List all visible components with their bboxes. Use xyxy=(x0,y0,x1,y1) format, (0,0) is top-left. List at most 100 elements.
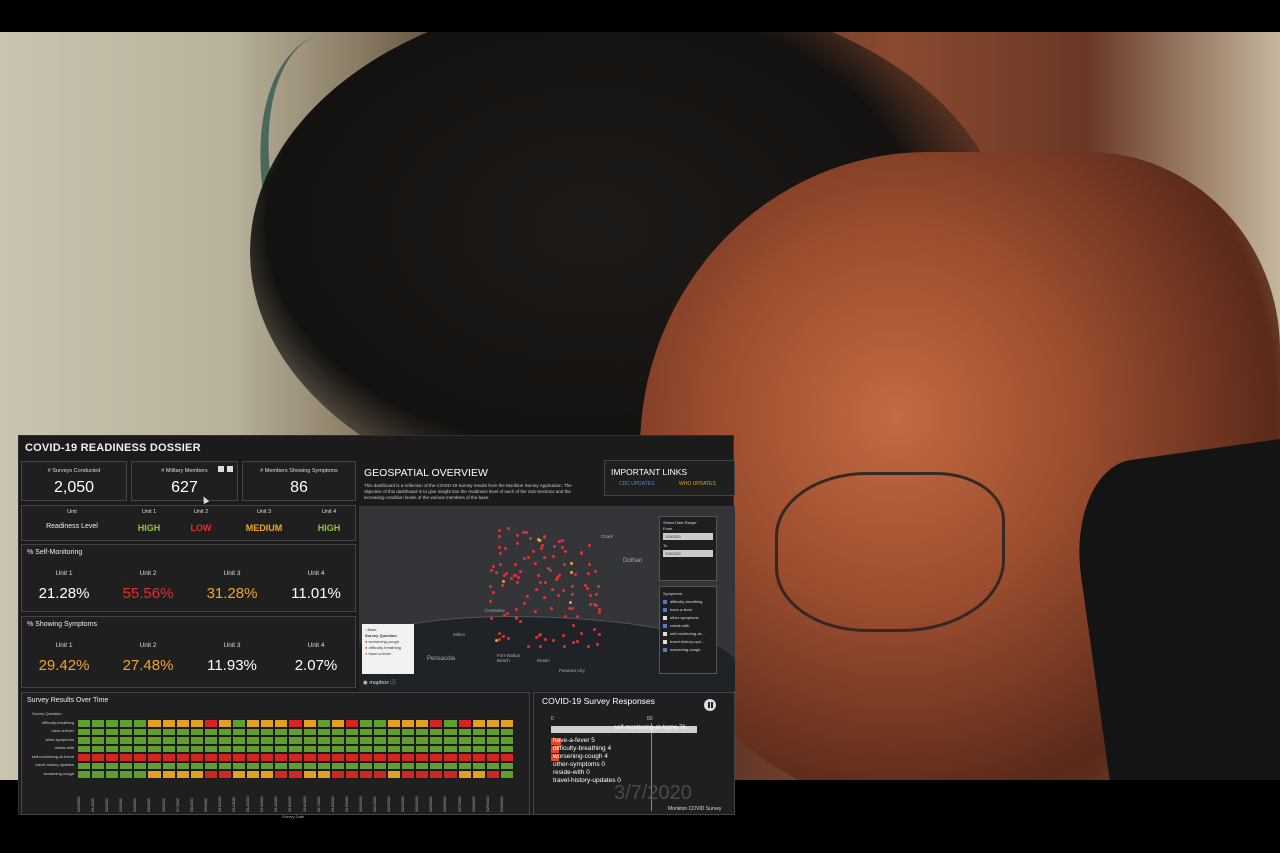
heatmap-cell[interactable] xyxy=(443,719,458,728)
heatmap-cell[interactable] xyxy=(119,744,134,753)
heatmap-cell[interactable] xyxy=(119,727,134,736)
heatmap-cell[interactable] xyxy=(91,736,106,745)
heatmap-cell[interactable] xyxy=(316,719,331,728)
heatmap-cell[interactable] xyxy=(189,719,204,728)
heatmap-cell[interactable] xyxy=(485,736,500,745)
heatmap-cell[interactable] xyxy=(443,727,458,736)
heatmap-cell[interactable] xyxy=(288,719,303,728)
map-point[interactable] xyxy=(570,570,574,574)
heatmap-cell[interactable] xyxy=(217,753,233,762)
heatmap-cell[interactable] xyxy=(457,770,472,779)
map-point[interactable] xyxy=(498,529,501,532)
symptom-checkbox[interactable]: worsening-cough xyxy=(663,646,713,654)
heatmap-cell[interactable] xyxy=(175,719,190,728)
heatmap-cell[interactable] xyxy=(274,761,289,770)
heatmap-cell[interactable] xyxy=(147,719,162,728)
heatmap-cell[interactable] xyxy=(316,744,331,753)
heatmap-cell[interactable] xyxy=(485,753,500,762)
heatmap-cell[interactable] xyxy=(288,727,303,736)
heatmap-cell[interactable] xyxy=(232,727,247,736)
heatmap-cell[interactable] xyxy=(485,727,500,736)
heatmap-cell[interactable] xyxy=(443,761,458,770)
map-point[interactable] xyxy=(498,551,502,555)
checkbox-icon[interactable] xyxy=(663,647,667,652)
heatmap-cell[interactable] xyxy=(288,753,303,762)
heatmap-cell[interactable] xyxy=(485,770,500,779)
heatmap-cell[interactable] xyxy=(232,761,247,770)
checkbox-icon[interactable] xyxy=(663,639,667,644)
map-point[interactable] xyxy=(564,614,567,618)
heatmap-cell[interactable] xyxy=(260,744,275,753)
heatmap-cell[interactable] xyxy=(161,753,176,762)
heatmap-cell[interactable] xyxy=(147,753,162,762)
heatmap-cell[interactable] xyxy=(175,761,190,770)
heatmap-cell[interactable] xyxy=(429,736,444,745)
map-point[interactable] xyxy=(598,610,601,614)
heatmap-cell[interactable] xyxy=(217,727,233,736)
heatmap-cell[interactable] xyxy=(119,761,134,770)
heatmap-cell[interactable] xyxy=(147,744,162,753)
heatmap-cell[interactable] xyxy=(288,744,303,753)
heatmap-cell[interactable] xyxy=(133,761,148,770)
heatmap-cell[interactable] xyxy=(91,719,106,728)
heatmap-cell[interactable] xyxy=(387,744,402,753)
heatmap-cell[interactable] xyxy=(119,736,134,745)
heatmap-cell[interactable] xyxy=(499,727,514,736)
heatmap-cell[interactable] xyxy=(358,744,373,753)
heatmap-cell[interactable] xyxy=(217,719,233,728)
map-point[interactable] xyxy=(571,641,575,645)
heatmap-cell[interactable] xyxy=(485,744,500,753)
heatmap-cell[interactable] xyxy=(429,744,444,753)
map-point[interactable] xyxy=(518,619,522,623)
map-point[interactable] xyxy=(504,572,508,576)
heatmap-cell[interactable] xyxy=(344,727,359,736)
heatmap-cell[interactable] xyxy=(189,761,204,770)
map-point[interactable] xyxy=(489,569,493,573)
map-point[interactable] xyxy=(514,616,518,620)
heatmap-cell[interactable] xyxy=(260,727,275,736)
heatmap-cell[interactable] xyxy=(175,753,190,762)
map-point[interactable] xyxy=(561,588,565,592)
heatmap-cell[interactable] xyxy=(401,744,416,753)
map-point[interactable] xyxy=(534,588,538,591)
heatmap-cell[interactable] xyxy=(372,761,388,770)
heatmap-cell[interactable] xyxy=(471,719,486,728)
map-point[interactable] xyxy=(497,637,501,641)
heatmap-cell[interactable] xyxy=(119,770,134,779)
heatmap-cell[interactable] xyxy=(91,727,106,736)
heatmap-cell[interactable] xyxy=(77,761,92,770)
heatmap-cell[interactable] xyxy=(77,719,92,728)
checkbox-icon[interactable] xyxy=(663,599,667,604)
heatmap-cell[interactable] xyxy=(189,727,204,736)
heatmap-cell[interactable] xyxy=(415,744,430,753)
heatmap-cell[interactable] xyxy=(372,727,388,736)
checkbox-icon[interactable] xyxy=(663,607,667,612)
heatmap-cell[interactable] xyxy=(358,719,373,728)
map-point[interactable] xyxy=(534,635,538,639)
map-point[interactable] xyxy=(523,556,526,560)
map-point[interactable] xyxy=(586,572,590,576)
heatmap-cell[interactable] xyxy=(415,719,430,728)
map-point[interactable] xyxy=(516,575,520,579)
heatmap-cell[interactable] xyxy=(175,744,190,753)
heatmap-cell[interactable] xyxy=(105,744,120,753)
heatmap-cell[interactable] xyxy=(175,770,190,779)
heatmap-cell[interactable] xyxy=(119,753,134,762)
heatmap-cell[interactable] xyxy=(91,761,106,770)
heatmap-cell[interactable] xyxy=(302,727,317,736)
heatmap-cell[interactable] xyxy=(471,727,486,736)
to-date-input[interactable]: 3/30/2020 xyxy=(663,550,713,557)
heatmap-cell[interactable] xyxy=(443,770,458,779)
map-point[interactable] xyxy=(557,539,561,543)
checkbox-icon[interactable] xyxy=(663,631,667,636)
heatmap-cell[interactable] xyxy=(246,727,261,736)
map-point[interactable] xyxy=(501,584,504,587)
heatmap-cell[interactable] xyxy=(274,753,289,762)
map-point[interactable] xyxy=(538,581,542,585)
heatmap-cell[interactable] xyxy=(358,761,373,770)
map-point[interactable] xyxy=(525,594,529,598)
map-point[interactable] xyxy=(506,637,510,641)
map-point[interactable] xyxy=(506,611,509,615)
heatmap-cell[interactable] xyxy=(499,736,514,745)
map-point[interactable] xyxy=(514,607,518,611)
